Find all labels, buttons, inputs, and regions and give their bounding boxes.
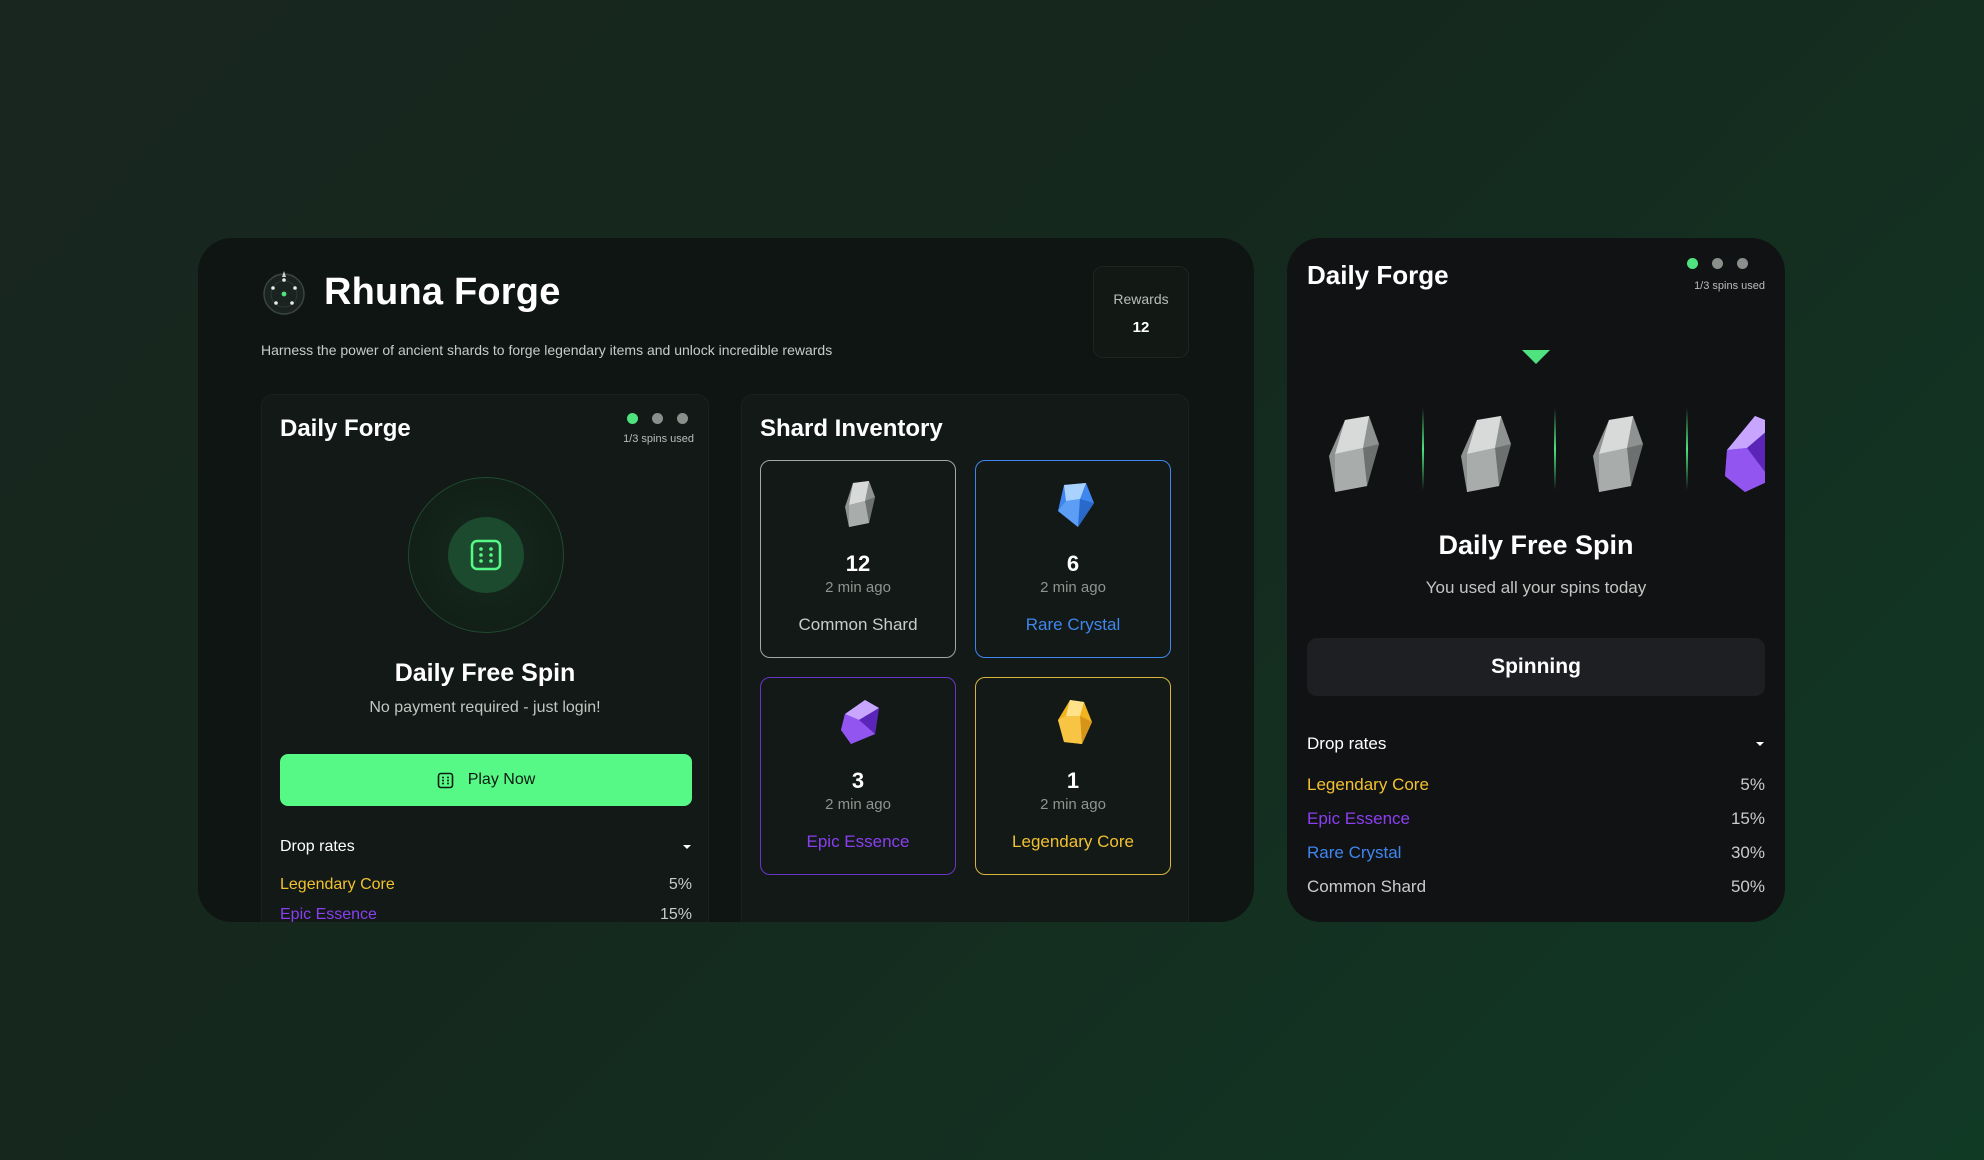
dice-icon — [437, 772, 454, 788]
brand: Rhuna Forge — [260, 268, 561, 316]
inventory-time: 2 min ago — [825, 796, 891, 813]
inventory-name: Common Shard — [798, 615, 918, 634]
inventory-time: 2 min ago — [1040, 796, 1106, 813]
side-title: Daily Forge — [1307, 260, 1449, 290]
drop-rate-name: Legendary Core — [280, 876, 395, 893]
inventory-title: Shard Inventory — [760, 415, 943, 442]
spin-dots — [627, 413, 688, 424]
drop-rates-label: Drop rates — [1307, 734, 1387, 753]
common-shard-icon — [1329, 416, 1379, 492]
daily-forge-panel: Daily Forge 1/3 spins used Daily Free Sp… — [261, 394, 709, 922]
common-shard-icon — [1593, 416, 1643, 492]
spin-dots — [1687, 258, 1748, 269]
reel-divider — [1554, 408, 1556, 490]
drop-rate-row: Common Shard 50% — [1307, 877, 1765, 897]
drop-rate-row: Legendary Core 5% — [1307, 775, 1765, 795]
spin-dot-available — [1737, 258, 1748, 269]
daily-spin-subtitle: No payment required - just login! — [369, 699, 601, 716]
drop-rate-name: Rare Crystal — [1307, 843, 1402, 862]
spin-dot-used — [627, 413, 638, 424]
drop-rates-label: Drop rates — [280, 838, 355, 855]
chevron-down-icon — [683, 845, 691, 849]
spin-dot-available — [1712, 258, 1723, 269]
drop-rates-toggle[interactable]: Drop rates — [1307, 734, 1765, 754]
drop-rate-value: 15% — [1730, 809, 1765, 828]
main-card: Rhuna Forge Harness the power of ancient… — [198, 238, 1254, 922]
rewards-label: Rewards — [1113, 291, 1169, 307]
side-spin-title: Daily Free Spin — [1438, 530, 1634, 560]
inventory-time: 2 min ago — [825, 579, 891, 596]
play-now-label: Play Now — [467, 771, 536, 788]
inventory-name: Epic Essence — [806, 832, 910, 851]
common-shard-icon — [845, 481, 875, 527]
epic-essence-icon — [1725, 416, 1765, 492]
dice-badge — [448, 517, 524, 593]
drop-rates-toggle[interactable]: Drop rates — [280, 838, 692, 856]
reel-divider — [1422, 408, 1424, 490]
spin-dot-available — [677, 413, 688, 424]
drop-rate-name: Epic Essence — [1307, 809, 1410, 828]
rare-crystal-icon — [1058, 483, 1094, 527]
app-subtitle: Harness the power of ancient shards to f… — [261, 342, 833, 358]
spins-used-label: 1/3 spins used — [1694, 280, 1765, 292]
inventory-card-common[interactable]: 12 2 min ago Common Shard — [760, 460, 956, 658]
inventory-count: 12 — [845, 551, 871, 576]
common-shard-icon — [1461, 416, 1511, 492]
play-now-button[interactable]: Play Now — [280, 754, 692, 806]
dice-icon — [470, 539, 502, 571]
inventory-card-legendary[interactable]: 1 2 min ago Legendary Core — [975, 677, 1171, 875]
spin-dot-used — [1687, 258, 1698, 269]
inventory-count: 1 — [1066, 768, 1080, 793]
drop-rate-name: Epic Essence — [280, 906, 377, 922]
drop-rate-row: Rare Crystal 30% — [1307, 843, 1765, 863]
rhuna-logo-icon — [263, 271, 305, 315]
drop-rate-name: Common Shard — [1307, 877, 1427, 896]
reel-pointer-icon — [1522, 350, 1550, 364]
legendary-core-icon — [1058, 700, 1092, 744]
inventory-card-epic[interactable]: 3 2 min ago Epic Essence — [760, 677, 956, 875]
drop-rate-value: 5% — [668, 876, 692, 893]
drop-rate-row: Legendary Core 5% — [280, 876, 692, 894]
drop-rate-value: 50% — [1730, 877, 1765, 896]
reel-divider — [1686, 408, 1688, 490]
chevron-down-icon — [1756, 742, 1764, 746]
rewards-box[interactable]: Rewards 12 — [1093, 266, 1189, 358]
spin-dot-available — [652, 413, 663, 424]
inventory-name: Legendary Core — [1012, 832, 1134, 851]
shard-inventory-panel: Shard Inventory 12 2 min ago Common Shar… — [741, 394, 1189, 922]
inventory-card-rare[interactable]: 6 2 min ago Rare Crystal — [975, 460, 1171, 658]
drop-rate-value: 5% — [1740, 775, 1765, 794]
daily-forge-title: Daily Forge — [280, 415, 411, 442]
drop-rate-row: Epic Essence 15% — [280, 906, 692, 922]
drop-rate-value: 30% — [1730, 843, 1765, 862]
spin-reel — [1307, 400, 1765, 500]
epic-essence-icon — [841, 700, 879, 744]
inventory-time: 2 min ago — [1040, 579, 1106, 596]
rewards-value: 12 — [1132, 319, 1150, 336]
inventory-name: Rare Crystal — [1025, 615, 1121, 634]
side-spin-card: Daily Forge 1/3 spins used Daily Free Sp… — [1287, 238, 1785, 922]
daily-spin-title: Daily Free Spin — [394, 659, 576, 687]
inventory-count: 6 — [1066, 551, 1080, 576]
drop-rate-name: Legendary Core — [1307, 775, 1429, 794]
spinning-button[interactable]: Spinning — [1307, 638, 1765, 696]
side-spin-subtitle: You used all your spins today — [1425, 578, 1647, 597]
dice-ring — [408, 477, 564, 633]
drop-rate-value: 15% — [659, 906, 692, 922]
drop-rate-row: Epic Essence 15% — [1307, 809, 1765, 829]
app-title: Rhuna Forge — [324, 270, 561, 313]
inventory-count: 3 — [851, 768, 865, 793]
spins-used-label: 1/3 spins used — [623, 433, 694, 445]
